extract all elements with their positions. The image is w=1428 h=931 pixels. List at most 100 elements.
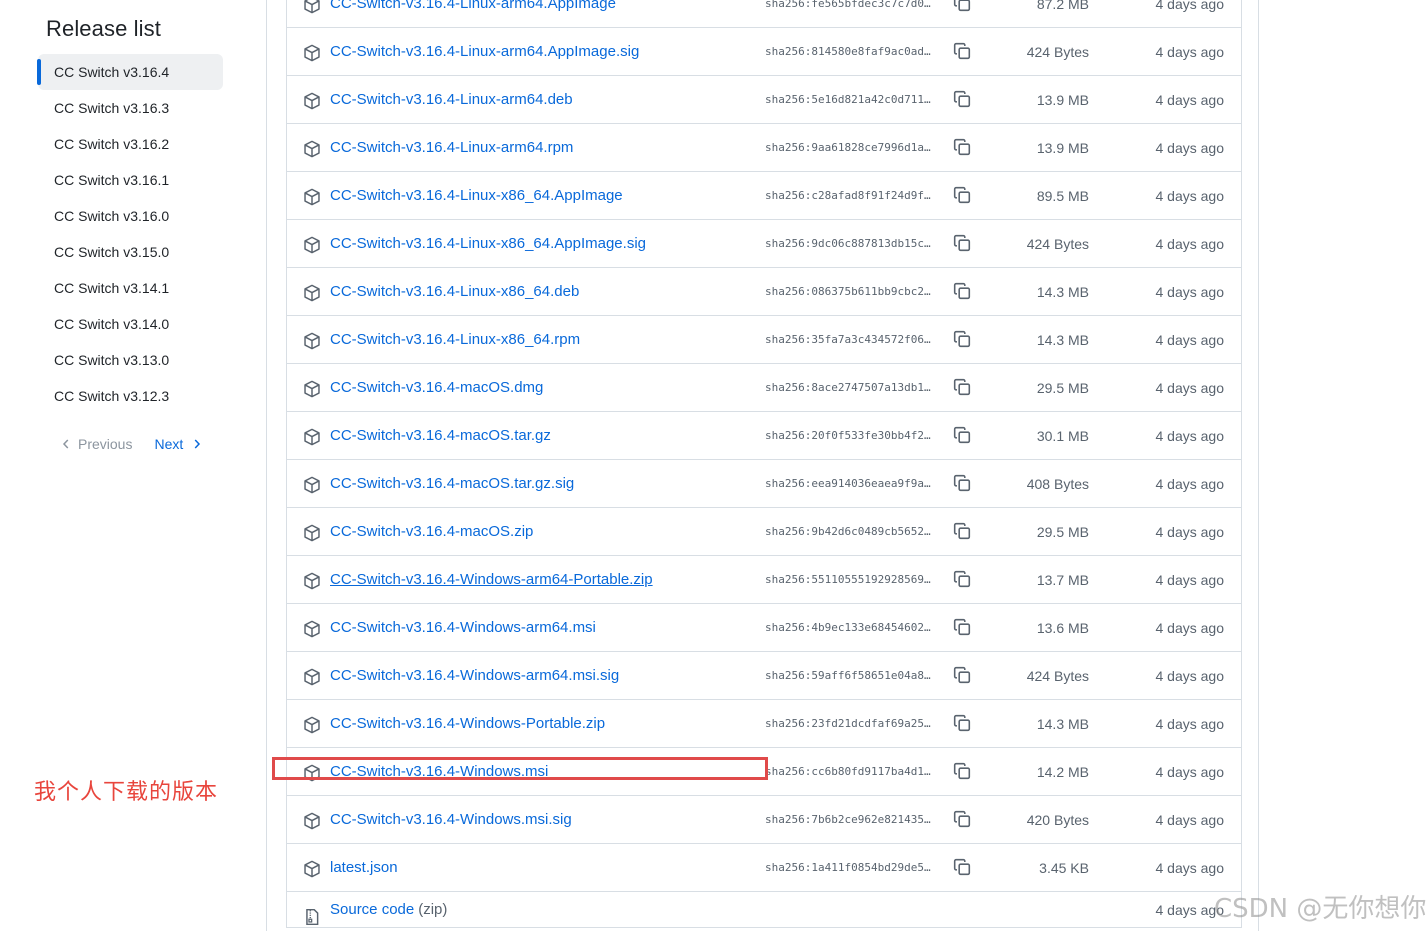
asset-updated: 4 days ago [1155,811,1225,828]
release-list-title: Release list [46,16,161,41]
release-item-8[interactable]: CC Switch v3.13.0 [38,342,228,378]
asset-name-text: CC-Switch-v3.16.4-Linux-x86_64.AppImage [330,187,623,204]
asset-name-text: CC-Switch-v3.16.4-Linux-arm64.rpm [330,139,574,156]
asset-download-link[interactable]: CC-Switch-v3.16.4-Linux-arm64.AppImage [330,0,616,12]
asset-updated: 4 days ago [1155,667,1225,684]
asset-sha256: sha256:1a411f0854bd29de5… [765,861,931,874]
asset-updated: 4 days ago [1155,0,1225,12]
asset-row: CC-Switch-v3.16.4-Windows.msi.sig sha256:… [287,796,1241,844]
package-icon [303,716,321,734]
asset-updated: 4 days ago [1155,283,1225,300]
asset-row: CC-Switch-v3.16.4-Linux-arm64.rpm sha256:… [287,124,1241,172]
asset-download-link[interactable]: latest.json [330,859,398,876]
asset-download-link[interactable]: CC-Switch-v3.16.4-Linux-x86_64.AppImage [330,187,623,204]
asset-name-text: CC-Switch-v3.16.4-Linux-x86_64.rpm [330,331,581,348]
asset-sha256: sha256:fe565bfdec3c7c7d0… [765,0,931,10]
asset-row: CC-Switch-v3.16.4-macOS.tar.gz.sig sha256… [287,460,1241,508]
asset-row: CC-Switch-v3.16.4-Windows-arm64.msi sha25… [287,604,1241,652]
asset-name-text: CC-Switch-v3.16.4-Linux-arm64.AppImage [330,0,616,12]
asset-download-link[interactable]: CC-Switch-v3.16.4-Linux-arm64.deb [330,91,573,108]
asset-size: 89.5 MB [1036,187,1089,204]
next-page-link[interactable]: Next [154,436,205,452]
release-item-1[interactable]: CC Switch v3.16.3 [38,90,228,126]
asset-name-suffix: (zip) [418,901,448,918]
asset-size: 29.5 MB [1036,379,1089,396]
asset-sha256: sha256:eea914036eaea9f9a… [765,477,931,490]
asset-download-link[interactable]: CC-Switch-v3.16.4-Windows.msi.sig [330,811,572,828]
asset-updated: 4 days ago [1155,859,1225,876]
asset-download-link[interactable]: CC-Switch-v3.16.4-macOS.dmg [330,379,543,396]
release-item-5[interactable]: CC Switch v3.15.0 [38,234,228,270]
asset-download-link[interactable]: CC-Switch-v3.16.4-Linux-x86_64.deb [330,283,579,300]
asset-name-text: CC-Switch-v3.16.4-Windows-arm64.msi.sig [330,667,620,684]
asset-sha256: sha256:cc6b80fd9117ba4d1… [765,765,931,778]
package-icon [303,92,321,110]
asset-download-link[interactable]: CC-Switch-v3.16.4-Windows-Portable.zip [330,715,605,732]
asset-updated: 4 days ago [1155,571,1225,588]
asset-row: CC-Switch-v3.16.4-Windows-arm64-Portable… [287,556,1241,604]
asset-size: 420 Bytes [1026,811,1089,828]
asset-updated: 4 days ago [1155,187,1225,204]
asset-name-text: CC-Switch-v3.16.4-macOS.zip [330,523,534,540]
asset-name-text: Source code [330,901,415,918]
sidebar-divider [266,0,267,931]
asset-download-link[interactable]: CC-Switch-v3.16.4-Windows-arm64.msi [330,619,596,636]
asset-download-link[interactable]: CC-Switch-v3.16.4-Linux-x86_64.AppImage.… [330,235,646,252]
asset-download-link[interactable]: CC-Switch-v3.16.4-Linux-x86_64.rpm [330,331,580,348]
package-icon [303,188,321,206]
asset-name-text: CC-Switch-v3.16.4-Linux-x86_64.AppImage.… [330,235,646,252]
package-icon [303,572,321,590]
asset-download-link[interactable]: CC-Switch-v3.16.4-macOS.tar.gz.sig [330,475,574,492]
package-icon [303,668,321,686]
asset-sha256: sha256:086375b611bb9cbc2… [765,285,931,298]
asset-updated: 4 days ago [1155,379,1225,396]
release-item-7[interactable]: CC Switch v3.14.0 [38,306,228,342]
asset-size: 13.9 MB [1036,91,1089,108]
asset-size: 3.45 KB [1039,859,1089,876]
release-item-6[interactable]: CC Switch v3.14.1 [38,270,228,306]
asset-download-link[interactable]: CC-Switch-v3.16.4-Windows-arm64-Portable… [330,571,653,588]
release-item-2[interactable]: CC Switch v3.16.2 [38,126,228,162]
file-zip-icon [303,908,321,926]
asset-download-link[interactable]: CC-Switch-v3.16.4-Windows-arm64.msi.sig [330,667,619,684]
asset-name-text: CC-Switch-v3.16.4-Windows-arm64-Portable… [330,571,653,588]
asset-size: 424 Bytes [1026,43,1089,60]
asset-row: CC-Switch-v3.16.4-macOS.zip sha256:9b42d6… [287,508,1241,556]
asset-row: CC-Switch-v3.16.4-Linux-arm64.AppImage sh… [287,0,1241,28]
asset-row: CC-Switch-v3.16.4-macOS.dmg sha256:8ace27… [287,364,1241,412]
release-item-3[interactable]: CC Switch v3.16.1 [38,162,228,198]
asset-sha256: sha256:4b9ec133e68454602… [765,621,931,634]
asset-updated: 4 days ago [1155,475,1225,492]
asset-updated: 4 days ago [1155,763,1225,780]
package-icon [303,428,321,446]
asset-download-link[interactable]: CC-Switch-v3.16.4-Linux-arm64.rpm [330,139,573,156]
asset-download-link[interactable]: CC-Switch-v3.16.4-macOS.tar.gz [330,427,551,444]
asset-name-text: CC-Switch-v3.16.4-Windows-arm64.msi [330,619,596,636]
release-item-0[interactable]: CC Switch v3.16.4 [37,54,223,90]
asset-download-link[interactable]: CC-Switch-v3.16.4-macOS.zip [330,523,533,540]
asset-sha256: sha256:5e16d821a42c0d711… [765,93,931,106]
asset-updated: 4 days ago [1155,715,1225,732]
asset-size: 13.7 MB [1036,571,1089,588]
release-item-9[interactable]: CC Switch v3.12.3 [38,378,228,414]
content-border [1258,0,1259,931]
package-icon [303,620,321,638]
asset-name-text: CC-Switch-v3.16.4-Windows-Portable.zip [330,715,606,732]
asset-size: 29.5 MB [1036,523,1089,540]
asset-sha256: sha256:20f0f533fe30bb4f2… [765,429,931,442]
assets-table: CC-Switch-v3.16.4-Linux-arm64.AppImage sh… [286,0,1242,928]
asset-sha256: sha256:9dc06c887813db15c… [765,237,931,250]
asset-row: CC-Switch-v3.16.4-Windows-arm64.msi.sig s… [287,652,1241,700]
asset-download-link[interactable]: CC-Switch-v3.16.4-Linux-arm64.AppImage.s… [330,43,639,60]
asset-name-text: latest.json [330,859,398,876]
package-icon [303,236,321,254]
asset-name-text: CC-Switch-v3.16.4-macOS.tar.gz [330,427,551,444]
asset-download-link[interactable]: Source code (zip) [330,901,447,918]
asset-sha256: sha256:23fd21dcdfaf69a25… [765,717,931,730]
asset-sha256: sha256:814580e8faf9ac0ad… [765,45,931,58]
package-icon [303,524,321,542]
release-item-4[interactable]: CC Switch v3.16.0 [38,198,228,234]
asset-updated: 4 days ago [1155,235,1225,252]
asset-size: 424 Bytes [1026,667,1089,684]
watermark: CSDN @无你想你 [1214,894,1427,924]
